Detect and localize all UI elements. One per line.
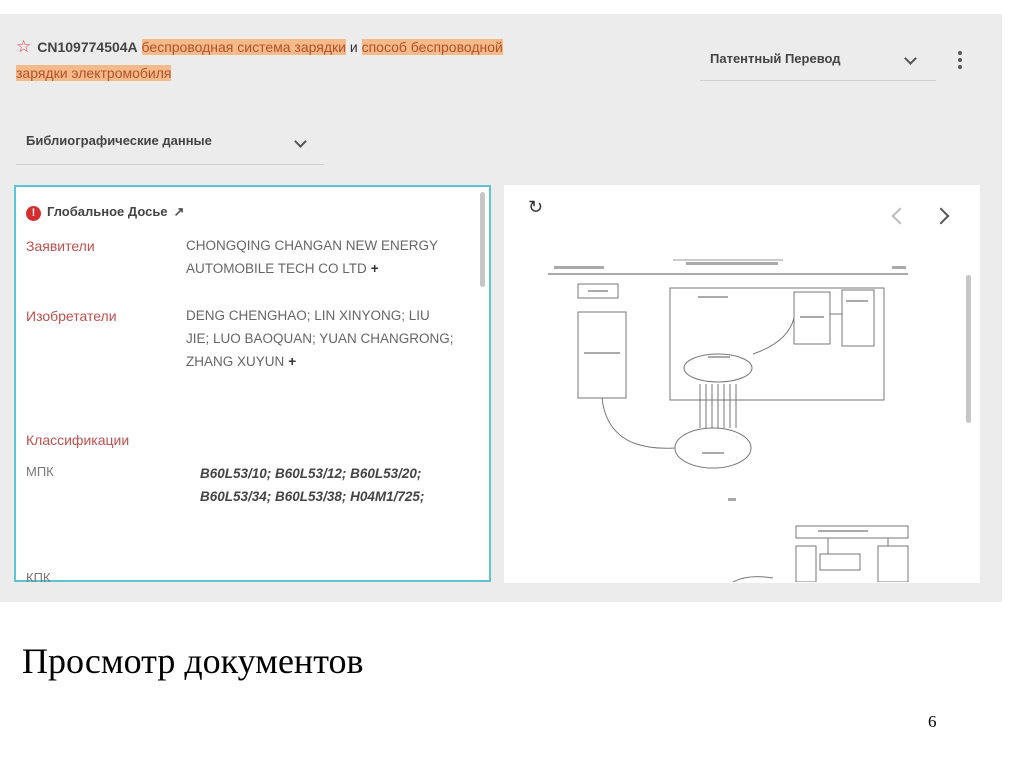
external-link-icon: ↗ <box>173 204 185 219</box>
inventors-label: Изобретатели <box>26 308 117 324</box>
document-title: ☆ CN109774504A беспроводная система заряд… <box>16 34 686 86</box>
inventors-value: DENG CHENGHAO; LIN XINYONG; LIU JIE; LUO… <box>186 308 454 369</box>
rotate-icon[interactable]: ↻ <box>528 197 543 218</box>
applicants-value: CHONGQING CHANGAN NEW ENERGY AUTOMOBILE … <box>186 238 438 276</box>
ipc-label: МПК <box>26 464 54 479</box>
translation-dropdown[interactable]: Патентный Перевод <box>700 46 936 81</box>
title-part-1: беспроводная система зарядки <box>141 39 346 55</box>
more-options-icon[interactable] <box>958 51 964 72</box>
classifications-label: Классификации <box>26 432 130 448</box>
alert-icon: ! <box>26 206 41 221</box>
global-dossier-link[interactable]: ! Глобальное Досье ↗ <box>26 204 184 221</box>
section-dropdown[interactable]: Библиографические данные <box>16 128 324 165</box>
applicants-label: Заявители <box>26 238 95 254</box>
viewer-scrollbar[interactable] <box>966 275 971 423</box>
left-panel-scrollbar[interactable] <box>480 192 485 287</box>
expand-applicants-button[interactable]: + <box>371 261 379 276</box>
ipc-value[interactable]: B60L53/10; B60L53/12; B60L53/20; B60L53/… <box>200 462 440 508</box>
chevron-down-icon <box>904 52 917 65</box>
star-icon[interactable]: ☆ <box>16 37 31 56</box>
expand-inventors-button[interactable]: + <box>288 354 296 369</box>
translation-dropdown-label: Патентный Перевод <box>710 51 841 66</box>
title-part-3: способ беспроводной <box>361 39 503 55</box>
section-dropdown-label: Библиографические данные <box>26 133 212 148</box>
title-part-4: зарядки электромобиля <box>16 65 172 81</box>
document-number: CN109774504A <box>37 39 138 55</box>
slide-heading: Просмотр документов <box>22 641 364 681</box>
cpc-label: КПК <box>26 570 51 585</box>
patent-drawing <box>548 259 909 582</box>
chevron-down-icon <box>294 135 307 148</box>
page-number: 6 <box>928 712 937 731</box>
title-part-2: и <box>349 39 358 55</box>
